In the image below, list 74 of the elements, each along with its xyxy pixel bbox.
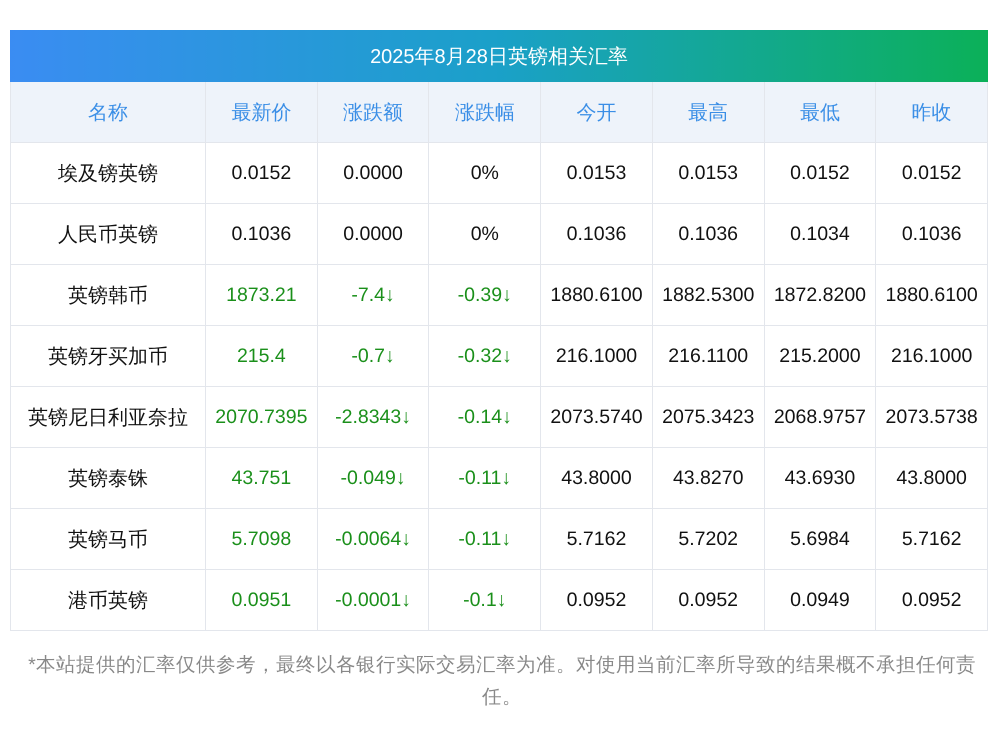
table-cell: 1880.6100 bbox=[541, 264, 653, 325]
table-cell: 216.1100 bbox=[652, 325, 765, 386]
table-cell: 港币英镑 bbox=[11, 569, 206, 630]
disclaimer-note: *本站提供的汇率仅供参考，最终以各银行实际交易汇率为准。对使用当前汇率所导致的结果概不承担任何责任。 bbox=[27, 653, 977, 710]
table-cell: 1873.21 bbox=[206, 264, 318, 325]
table-cell: 0.0952 bbox=[876, 569, 988, 630]
table-cell: 43.751 bbox=[206, 447, 318, 508]
column-header: 昨收 bbox=[876, 82, 988, 142]
table-cell: 2073.5740 bbox=[541, 386, 653, 447]
table-cell: 43.8000 bbox=[541, 447, 653, 508]
table-cell: 5.6984 bbox=[764, 508, 876, 569]
table-cell: 0.0152 bbox=[206, 142, 318, 203]
table-cell: 5.7098 bbox=[206, 508, 318, 569]
table-cell: 0.0949 bbox=[764, 569, 876, 630]
table-cell: 人民币英镑 bbox=[11, 203, 206, 264]
table-cell: 43.6930 bbox=[764, 447, 876, 508]
table-cell: 0.0152 bbox=[764, 142, 876, 203]
table-cell: -7.4↓ bbox=[318, 264, 430, 325]
table-cell: 英镑韩币 bbox=[11, 264, 206, 325]
table-cell: 埃及镑英镑 bbox=[11, 142, 206, 203]
column-header: 涨跌额 bbox=[318, 82, 430, 142]
table-title: 2025年8月28日英镑相关汇率 bbox=[10, 30, 988, 82]
table-cell: 5.7202 bbox=[652, 508, 765, 569]
table-cell: 2073.5738 bbox=[876, 386, 988, 447]
table-cell: 0.1036 bbox=[652, 203, 765, 264]
table-cell: 0% bbox=[429, 142, 542, 203]
table-cell: 0% bbox=[429, 203, 542, 264]
column-header: 今开 bbox=[541, 82, 653, 142]
table-cell: 0.1036 bbox=[541, 203, 653, 264]
table-cell: 1882.5300 bbox=[652, 264, 765, 325]
table-cell: 0.0153 bbox=[541, 142, 653, 203]
table-cell: -0.0064↓ bbox=[318, 508, 430, 569]
table-cell: 0.0152 bbox=[876, 142, 988, 203]
table-cell: -0.0001↓ bbox=[318, 569, 430, 630]
column-header: 最新价 bbox=[206, 82, 318, 142]
table-cell: 0.1034 bbox=[764, 203, 876, 264]
table-cell: 2068.9757 bbox=[764, 386, 876, 447]
table-cell: -0.14↓ bbox=[429, 386, 542, 447]
table-cell: 215.2000 bbox=[764, 325, 876, 386]
table-cell: -0.39↓ bbox=[429, 264, 542, 325]
table-cell: 英镑尼日利亚奈拉 bbox=[11, 386, 206, 447]
table-cell: 英镑马币 bbox=[11, 508, 206, 569]
table-cell: 0.1036 bbox=[876, 203, 988, 264]
table-cell: 5.7162 bbox=[541, 508, 653, 569]
table-cell: 43.8000 bbox=[876, 447, 988, 508]
table-cell: 215.4 bbox=[206, 325, 318, 386]
table-cell: 0.0952 bbox=[541, 569, 653, 630]
table-cell: 2070.7395 bbox=[206, 386, 318, 447]
table-cell: 0.0000 bbox=[318, 142, 430, 203]
table-cell: -0.7↓ bbox=[318, 325, 430, 386]
table-cell: 1872.8200 bbox=[764, 264, 876, 325]
column-header: 最高 bbox=[652, 82, 765, 142]
column-header: 最低 bbox=[764, 82, 876, 142]
table-cell: -0.11↓ bbox=[429, 447, 542, 508]
table-cell: -0.1↓ bbox=[429, 569, 542, 630]
table-cell: -2.8343↓ bbox=[318, 386, 430, 447]
table-cell: 0.0951 bbox=[206, 569, 318, 630]
table-cell: 0.0952 bbox=[652, 569, 765, 630]
table-cell: 英镑泰铢 bbox=[11, 447, 206, 508]
column-header: 涨跌幅 bbox=[429, 82, 542, 142]
table-cell: 0.1036 bbox=[206, 203, 318, 264]
table-cell: -0.049↓ bbox=[318, 447, 430, 508]
table-cell: 216.1000 bbox=[541, 325, 653, 386]
table-cell: 1880.6100 bbox=[876, 264, 988, 325]
table-cell: 0.0153 bbox=[652, 142, 765, 203]
column-header: 名称 bbox=[11, 82, 206, 142]
table-cell: 2075.3423 bbox=[652, 386, 765, 447]
table-cell: 0.0000 bbox=[318, 203, 430, 264]
table-cell: 英镑牙买加币 bbox=[11, 325, 206, 386]
table-cell: -0.32↓ bbox=[429, 325, 542, 386]
table-cell: 5.7162 bbox=[876, 508, 988, 569]
table-cell: 216.1000 bbox=[876, 325, 988, 386]
table-cell: 43.8270 bbox=[652, 447, 765, 508]
table-cell: -0.11↓ bbox=[429, 508, 542, 569]
